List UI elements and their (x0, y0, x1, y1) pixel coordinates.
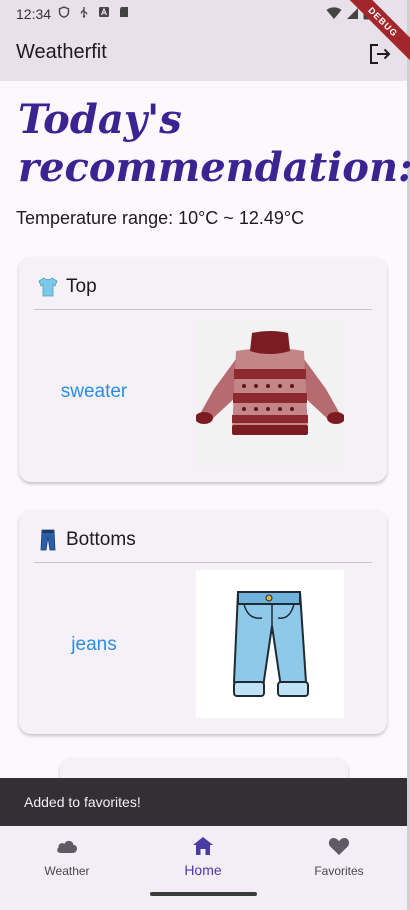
bottoms-card: Bottoms jeans (19, 510, 387, 734)
t-shirt-emoji-icon (38, 277, 58, 297)
app-bar: Weatherfit (0, 28, 407, 81)
cloud-icon (57, 840, 78, 853)
snackbar-message: Added to favorites! (24, 794, 141, 810)
usb-icon (80, 7, 88, 18)
app-screen: 12:34 DEBUG Weatherfit Today's recommend… (0, 0, 410, 910)
gesture-handle[interactable] (150, 892, 257, 896)
nav-label: Home (184, 862, 222, 878)
temperature-range: Temperature range: 10°C ~ 12.49°C (16, 208, 305, 228)
card-category-label: Bottoms (66, 529, 136, 550)
wifi-icon (326, 6, 342, 19)
bottom-navigation: Weather Home Favorites (0, 826, 407, 910)
sweater-image[interactable] (196, 319, 344, 467)
status-icons-left (58, 6, 130, 18)
card-header: Bottoms (36, 528, 136, 552)
jeans-emoji-icon (40, 529, 56, 551)
top-card: Top sweater (19, 257, 387, 482)
nav-item-weather[interactable]: Weather (7, 834, 127, 878)
status-time: 12:34 (16, 6, 52, 22)
heart-icon (328, 838, 350, 855)
snackbar: Added to favorites! (0, 778, 407, 826)
jeans-image[interactable] (196, 570, 344, 718)
a-box-icon (99, 7, 109, 17)
nav-label: Favorites (314, 864, 364, 878)
page-title-line1: Today's (18, 96, 182, 143)
page-title-line2: recommendation: (18, 144, 410, 191)
nav-item-favorites[interactable]: Favorites (279, 834, 399, 878)
logout-icon[interactable] (367, 41, 393, 67)
status-bar: 12:34 (0, 0, 407, 28)
home-icon (193, 837, 213, 855)
divider (34, 562, 372, 563)
sd-card-icon (120, 7, 128, 17)
card-header: Top (36, 275, 97, 299)
divider (34, 309, 372, 310)
card-category-label: Top (66, 276, 97, 297)
signal-icon (347, 7, 358, 19)
item-link-jeans[interactable]: jeans (19, 634, 169, 656)
nav-item-home[interactable]: Home (143, 834, 263, 878)
page-title: Today's recommendation: (18, 96, 410, 192)
nav-label: Weather (44, 864, 90, 878)
app-title: Weatherfit (16, 41, 107, 63)
item-link-sweater[interactable]: sweater (19, 381, 169, 403)
shield-icon (58, 6, 70, 18)
